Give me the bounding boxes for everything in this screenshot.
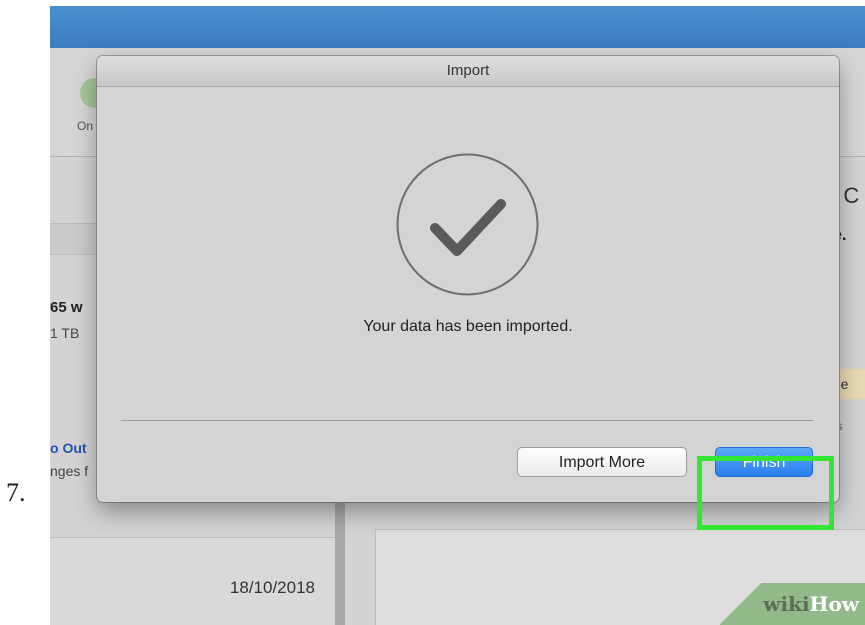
toolbar-label: On bbox=[77, 119, 94, 133]
list-item-date: 18/10/2018 bbox=[229, 578, 315, 597]
dialog-message: Your data has been imported. bbox=[363, 318, 573, 335]
dialog-separator bbox=[121, 420, 813, 421]
finish-button[interactable]: Finish bbox=[715, 447, 813, 477]
list-item[interactable]: 18/10/2018 bbox=[50, 537, 335, 625]
left-panel-link[interactable]: o Out bbox=[50, 440, 87, 456]
dialog-title: Import bbox=[97, 56, 839, 87]
step-number: 7. bbox=[6, 478, 26, 507]
checkmark-icon bbox=[396, 153, 539, 296]
import-more-button[interactable]: Import More bbox=[517, 447, 687, 477]
wikihow-watermark: wikiHow bbox=[720, 583, 865, 625]
app-titlebar bbox=[50, 6, 865, 48]
left-panel-line-2: 1 TB bbox=[50, 325, 80, 341]
left-panel-link-sub: nges f bbox=[50, 463, 89, 479]
import-dialog: Import Your data has been imported. Impo… bbox=[97, 56, 839, 502]
left-panel-line-1: 65 w bbox=[50, 299, 83, 316]
